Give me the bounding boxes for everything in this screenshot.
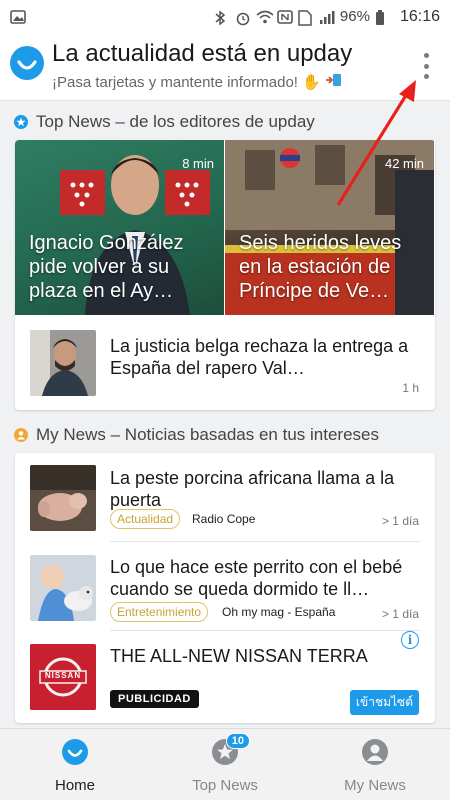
top-news-heading-text: Top News – de los editores de upday [36,112,315,131]
article-title: La justicia belga rechaza la entrega a E… [110,336,409,378]
menu-dot [423,74,429,79]
article-time: 1 h [402,381,419,395]
my-news-card: La peste porcina africana llama a la pue… [15,453,435,723]
page-subtitle: ¡Pasa tarjetas y mantente informado! ✋ [52,73,343,91]
ad-info-icon[interactable]: i [401,631,419,649]
nissan-logo-text: NISSAN [44,671,82,680]
app-header: La actualidad está en upday ¡Pasa tarjet… [0,33,450,101]
article-title: La peste porcina africana llama a la pue… [110,468,395,510]
signal-icon [319,10,335,24]
ad-title: THE ALL-NEW NISSAN TERRA [110,646,368,666]
swipe-card-icon [325,73,343,91]
nfc-icon [277,9,293,24]
my-news-heading-text: My News – Noticias basadas en tus intere… [36,425,379,444]
visit-site-button[interactable]: เข้าชมไซต์ [349,690,419,715]
hero-headline: Seis heridos leves en la estación de Prí… [239,232,402,302]
list-item[interactable]: La justicia belga rechaza la entrega a E… [15,315,435,410]
article-thumbnail [30,330,96,396]
ad-label-badge: PUBLICIDAD [110,690,199,708]
nav-label: My News [344,777,406,794]
article-thumbnail [30,555,96,621]
image-icon [10,9,26,24]
my-news-heading: My News – Noticias basadas en tus intere… [14,425,379,445]
hero-time: 8 min [182,156,214,171]
home-icon [62,739,88,765]
menu-dot [423,53,429,58]
person-icon [362,739,388,765]
article-time: > 1 día [381,514,419,528]
sim-icon [298,9,314,26]
subtitle-text: ¡Pasa tarjetas y mantente informado! [52,73,298,91]
list-item[interactable]: Lo que hace este perrito con el bebé cua… [15,542,435,630]
nav-my-news[interactable]: My News [300,729,450,800]
person-icon [14,428,28,442]
hero-story-2[interactable]: 42 min Seis heridos leves en la estación… [225,140,434,315]
menu-dot [423,63,429,69]
nav-home[interactable]: Home [0,729,150,800]
page-title: La actualidad está en upday [52,40,353,67]
alarm-icon [235,10,251,25]
battery-icon [375,9,391,25]
nav-top-news[interactable]: 10 Top News [150,729,300,800]
nav-label: Home [54,777,95,794]
battery-percent: 96% [339,8,370,25]
nissan-logo-icon: NISSAN [30,644,96,710]
article-thumbnail [30,465,96,531]
upday-logo-icon [10,46,44,80]
hand-emoji-icon: ✋ [301,74,321,91]
top-news-card: 8 min Ignacio González pide volver a su … [15,140,435,410]
overflow-menu-button[interactable] [420,53,432,79]
bluetooth-icon [214,10,230,25]
article-source: Oh my mag - España [222,605,336,619]
article-source: Radio Cope [192,512,256,526]
clock: 16:16 [399,7,440,25]
bottom-navigation: Home 10 Top News My News [0,728,450,800]
nav-label: Top News [192,777,258,794]
hero-story-1[interactable]: 8 min Ignacio González pide volver a su … [15,140,224,315]
status-bar: 96% 16:16 [0,0,450,33]
list-item[interactable]: La peste porcina africana llama a la pue… [15,453,435,541]
category-tag[interactable]: Actualidad [110,509,181,529]
article-time: > 1 día [381,607,419,621]
article-title: Lo que hace este perrito con el bebé cua… [110,557,403,599]
wifi-icon [256,10,274,24]
star-icon: 10 [212,733,250,765]
hero-headline: Ignacio González pide volver a su plaza … [29,232,184,302]
ad-item[interactable]: NISSAN THE ALL-NEW NISSAN TERRA i PUBLIC… [15,631,435,723]
star-icon [14,115,28,129]
top-news-heading: Top News – de los editores de upday [14,112,315,132]
notification-badge: 10 [225,733,250,749]
category-tag[interactable]: Entretenimiento [110,602,209,622]
hero-time: 42 min [384,156,424,171]
